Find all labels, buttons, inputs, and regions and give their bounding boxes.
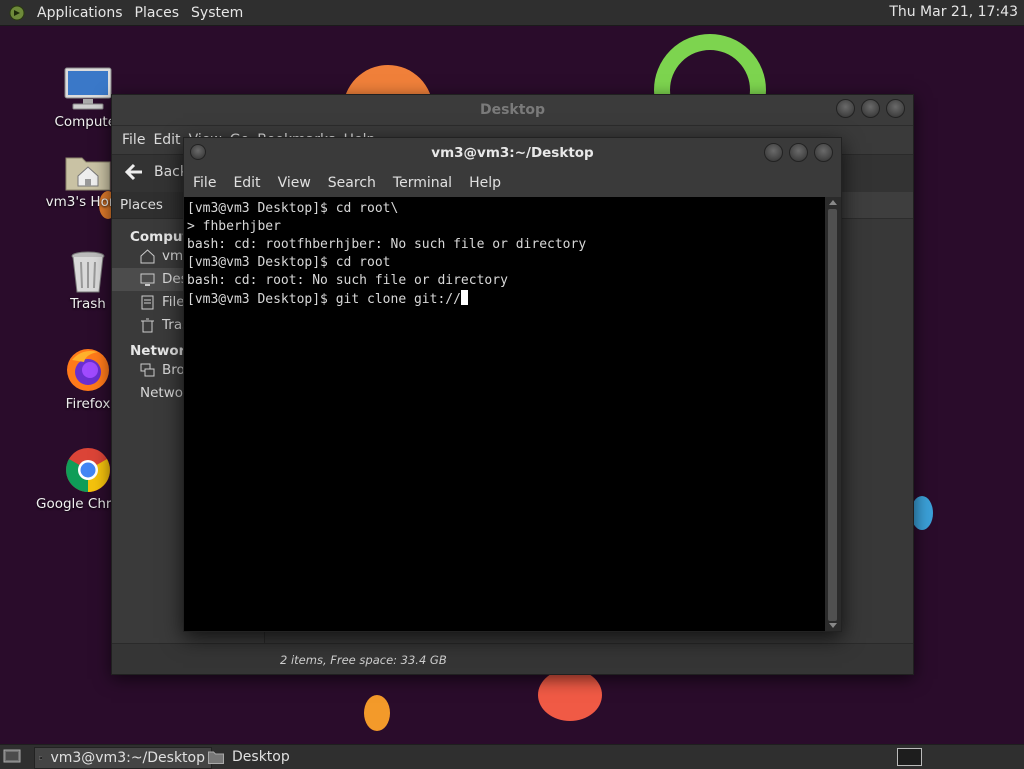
distro-logo-icon[interactable]	[9, 5, 25, 21]
term-menu-help[interactable]: Help	[469, 175, 501, 191]
top-panel: Applications Places System Thu Mar 21, 1…	[0, 0, 1024, 26]
terminal-window-controls	[764, 143, 833, 162]
firefox-icon	[67, 349, 109, 391]
term-menu-terminal[interactable]: Terminal	[393, 175, 452, 191]
status-text: 2 items, Free space: 33.4 GB	[280, 653, 447, 667]
show-desktop-icon[interactable]	[3, 748, 21, 764]
file-manager-window-controls	[836, 99, 905, 118]
term-menu-view[interactable]: View	[278, 175, 311, 191]
taskbar-item-label: Desktop	[232, 749, 290, 765]
back-button[interactable]: Back	[124, 163, 188, 181]
chrome-icon	[66, 448, 110, 492]
desktop-icon	[140, 273, 155, 286]
maximize-button[interactable]	[789, 143, 808, 162]
terminal-line: bash: cd: root: No such file or director…	[187, 273, 508, 288]
minimize-button[interactable]	[836, 99, 855, 118]
terminal-menubar: File Edit View Search Terminal Help	[184, 168, 841, 197]
home-folder-icon	[65, 157, 111, 191]
folder-icon	[208, 751, 224, 764]
fm-menu-file[interactable]: File	[122, 132, 153, 148]
file-manager-title: Desktop	[479, 102, 546, 118]
terminal-line: [vm3@vm3 Desktop]$ cd root\	[187, 201, 399, 216]
trash-icon	[141, 318, 154, 333]
taskbar-item-terminal[interactable]: vm3@vm3:~/Desktop	[34, 747, 212, 769]
terminal-line: > fhberhjber	[187, 219, 281, 234]
close-button[interactable]	[814, 143, 833, 162]
terminal-prompt-line[interactable]: [vm3@vm3 Desktop]$ git clone git://	[187, 290, 825, 309]
terminal-output[interactable]: [vm3@vm3 Desktop]$ cd root\ > fhberhjber…	[184, 197, 825, 631]
terminal-scrollbar[interactable]	[825, 197, 841, 631]
network-icon	[140, 363, 155, 377]
scrollbar-thumb[interactable]	[828, 209, 837, 621]
close-button[interactable]	[886, 99, 905, 118]
taskbar-item-label: vm3@vm3:~/Desktop	[50, 750, 205, 766]
drive-icon	[141, 295, 154, 310]
places-menu[interactable]: Places	[131, 5, 188, 21]
terminal-line: [vm3@vm3 Desktop]$ cd root	[187, 255, 391, 270]
term-menu-search[interactable]: Search	[328, 175, 376, 191]
computer-icon	[64, 67, 112, 110]
scroll-down-icon[interactable]	[829, 623, 837, 628]
term-menu-file[interactable]: File	[193, 175, 216, 191]
system-menu[interactable]: System	[187, 5, 251, 21]
terminal-window[interactable]: vm3@vm3:~/Desktop File Edit View Search …	[183, 137, 842, 632]
bottom-panel: vm3@vm3:~/Desktop Desktop	[0, 744, 1024, 769]
file-manager-statusbar: 2 items, Free space: 33.4 GB	[112, 643, 913, 674]
back-arrow-icon	[124, 163, 142, 181]
terminal-icon	[39, 756, 43, 760]
terminal-title: vm3@vm3:~/Desktop	[431, 145, 594, 161]
terminal-cursor	[460, 290, 468, 305]
terminal-line: bash: cd: rootfhberhjber: No such file o…	[187, 237, 587, 252]
applications-menu[interactable]: Applications	[33, 5, 131, 21]
scroll-up-icon[interactable]	[829, 200, 837, 205]
maximize-button[interactable]	[861, 99, 880, 118]
file-manager-titlebar[interactable]: Desktop	[112, 95, 913, 126]
term-menu-edit[interactable]: Edit	[233, 175, 260, 191]
terminal-current-input: [vm3@vm3 Desktop]$ git clone git://	[187, 292, 461, 307]
home-icon	[140, 249, 155, 264]
clock[interactable]: Thu Mar 21, 17:43	[889, 4, 1018, 20]
terminal-titlebar[interactable]: vm3@vm3:~/Desktop	[184, 138, 841, 168]
workspace-switcher[interactable]	[897, 748, 922, 766]
taskbar-item-desktop[interactable]: Desktop	[204, 747, 324, 767]
minimize-button[interactable]	[764, 143, 783, 162]
trash-icon	[71, 251, 105, 293]
